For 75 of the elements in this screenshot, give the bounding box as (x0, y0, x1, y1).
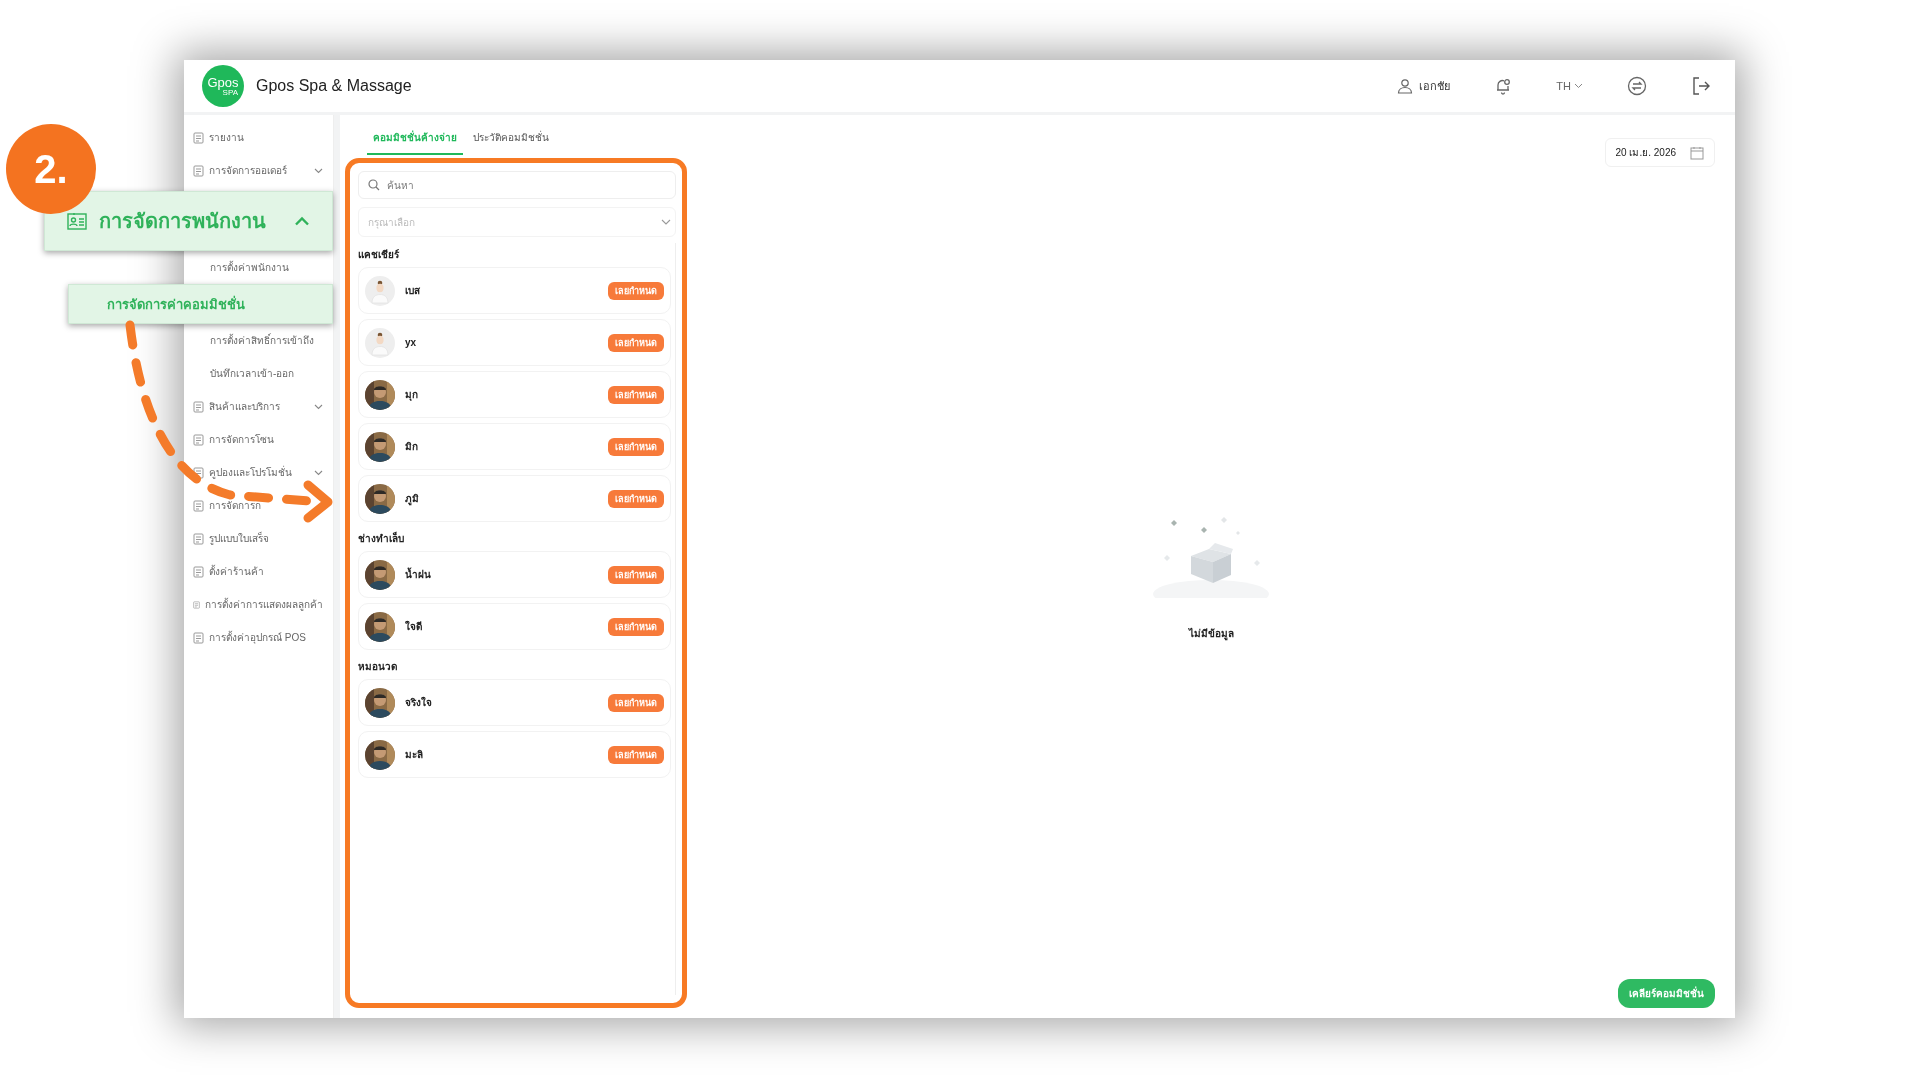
staff-row[interactable]: มุก เลยกำหนด (358, 371, 671, 418)
document-icon (193, 400, 204, 413)
group-title: ช่างทำเล็บ (358, 531, 405, 546)
staff-name: yx (405, 337, 417, 348)
staff-row[interactable]: มะลิ เลยกำหนด (358, 731, 671, 778)
logo: Gpos SPA (202, 65, 244, 107)
staff-name: น้ำฝน (405, 567, 431, 582)
avatar-icon (365, 275, 395, 306)
avatar-icon (365, 327, 395, 358)
staff-row[interactable]: yx เลยกำหนด (358, 319, 671, 366)
document-icon (193, 532, 204, 545)
document-icon (193, 598, 200, 611)
sidebar-item[interactable]: บันทึกเวลาเข้า-ออก (184, 357, 333, 390)
search-field[interactable]: ค้นหา (358, 171, 676, 199)
document-icon (193, 164, 204, 177)
date-picker[interactable]: 20 เม.ย. 2026 (1604, 138, 1715, 167)
sidebar-item[interactable]: การจัดการก (184, 489, 333, 522)
sidebar-item[interactable]: ตั้งค่าร้านค้า (184, 555, 333, 588)
document-icon (193, 565, 204, 578)
language-select[interactable]: TH (1556, 80, 1583, 92)
chevron-down-icon (314, 403, 323, 410)
app-title: Gpos Spa & Massage (256, 77, 412, 95)
sidebar-item[interactable]: รายงาน (184, 121, 333, 154)
sidebar-item[interactable]: สินค้าและบริการ (184, 390, 333, 423)
status-badge: เลยกำหนด (608, 565, 664, 584)
document-icon (193, 433, 204, 446)
sidebar-item[interactable]: การตั้งค่าพนักงาน (184, 251, 333, 284)
step-badge: 2. (6, 124, 96, 214)
staff-row[interactable]: มิก เลยกำหนด (358, 423, 671, 470)
staff-name: เบส (405, 284, 420, 298)
chevron-down-icon (314, 469, 323, 476)
staff-row[interactable]: ใจดี เลยกำหนด (358, 603, 671, 650)
staff-row[interactable]: เบส เลยกำหนด (358, 267, 671, 314)
chevron-down-icon (661, 219, 671, 225)
chevron-down-icon (1574, 83, 1583, 89)
document-icon (193, 131, 204, 144)
status-badge: เลยกำหนด (608, 437, 664, 456)
status-badge: เลยกำหนด (608, 333, 664, 352)
staff-row[interactable]: น้ำฝน เลยกำหนด (358, 551, 671, 598)
bell-icon[interactable] (1494, 77, 1513, 95)
sidebar-item[interactable]: การจัดการโซน (184, 423, 333, 456)
status-badge: เลยกำหนด (608, 489, 664, 508)
sidebar-item[interactable]: การจัดการออเดอร์ (184, 154, 333, 187)
group-title: แคชเชียร์ (358, 248, 400, 262)
tab[interactable]: ประวัติคอมมิชชั่น (467, 122, 555, 155)
calendar-icon (1690, 145, 1704, 160)
staff-name: มะลิ (405, 748, 423, 762)
staff-name: จริงใจ (405, 695, 432, 710)
swap-icon[interactable] (1627, 76, 1647, 96)
chevron-down-icon (314, 167, 323, 174)
sidebar-item[interactable]: การตั้งค่าการแสดงผลลูกค้า (184, 588, 333, 621)
status-badge: เลยกำหนด (608, 281, 664, 300)
staff-row[interactable]: จริงใจ เลยกำหนด (358, 679, 671, 726)
staff-name: ภูมิ (405, 492, 419, 506)
staff-name: มุก (405, 388, 418, 402)
user-icon (1397, 78, 1414, 94)
sidebar-item[interactable]: คูปองและโปรโมชั่น (184, 456, 333, 489)
sidebar-item[interactable]: การตั้งค่าอุปกรณ์ POS (184, 621, 333, 654)
document-icon (193, 631, 204, 644)
staff-row[interactable]: ภูมิ เลยกำหนด (358, 475, 671, 522)
document-icon (193, 499, 204, 512)
staff-name: ใจดี (405, 619, 422, 634)
logout-icon[interactable] (1691, 76, 1711, 96)
empty-message: ไม่มีข้อมูล (1188, 626, 1234, 641)
document-icon (193, 466, 204, 479)
staff-name: มิก (405, 440, 418, 454)
status-badge: เลยกำหนด (608, 385, 664, 404)
status-badge: เลยกำหนด (608, 745, 664, 764)
id-card-icon (67, 212, 87, 230)
sidebar-item[interactable]: รูปแบบใบเสร็จ (184, 522, 333, 555)
status-badge: เลยกำหนด (608, 693, 664, 712)
group-title: หมอนวด (358, 660, 398, 674)
sidebar-item[interactable]: การตั้งค่าสิทธิ์การเข้าถึง (184, 324, 333, 357)
user-button[interactable]: เอกชัย (1397, 77, 1451, 95)
status-badge: เลยกำหนด (608, 617, 664, 636)
